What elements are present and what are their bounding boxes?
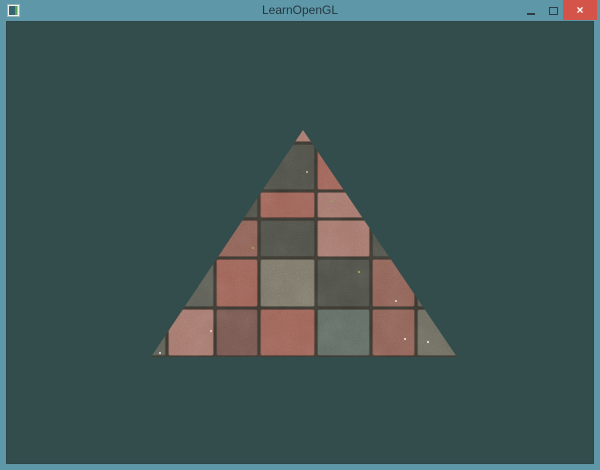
close-button[interactable]: × bbox=[563, 0, 597, 20]
close-icon: × bbox=[576, 0, 583, 20]
maximize-icon bbox=[549, 7, 558, 15]
opengl-canvas bbox=[7, 22, 593, 463]
minimize-icon bbox=[527, 13, 535, 15]
app-window: LearnOpenGL × bbox=[0, 0, 600, 470]
window-controls: × bbox=[517, 0, 597, 20]
maximize-button[interactable] bbox=[544, 0, 563, 20]
title-bar[interactable]: LearnOpenGL × bbox=[0, 0, 600, 21]
textured-triangle bbox=[113, 99, 471, 357]
gl-viewport bbox=[6, 21, 594, 464]
minimize-button[interactable] bbox=[517, 0, 544, 20]
window-title: LearnOpenGL bbox=[0, 3, 600, 18]
